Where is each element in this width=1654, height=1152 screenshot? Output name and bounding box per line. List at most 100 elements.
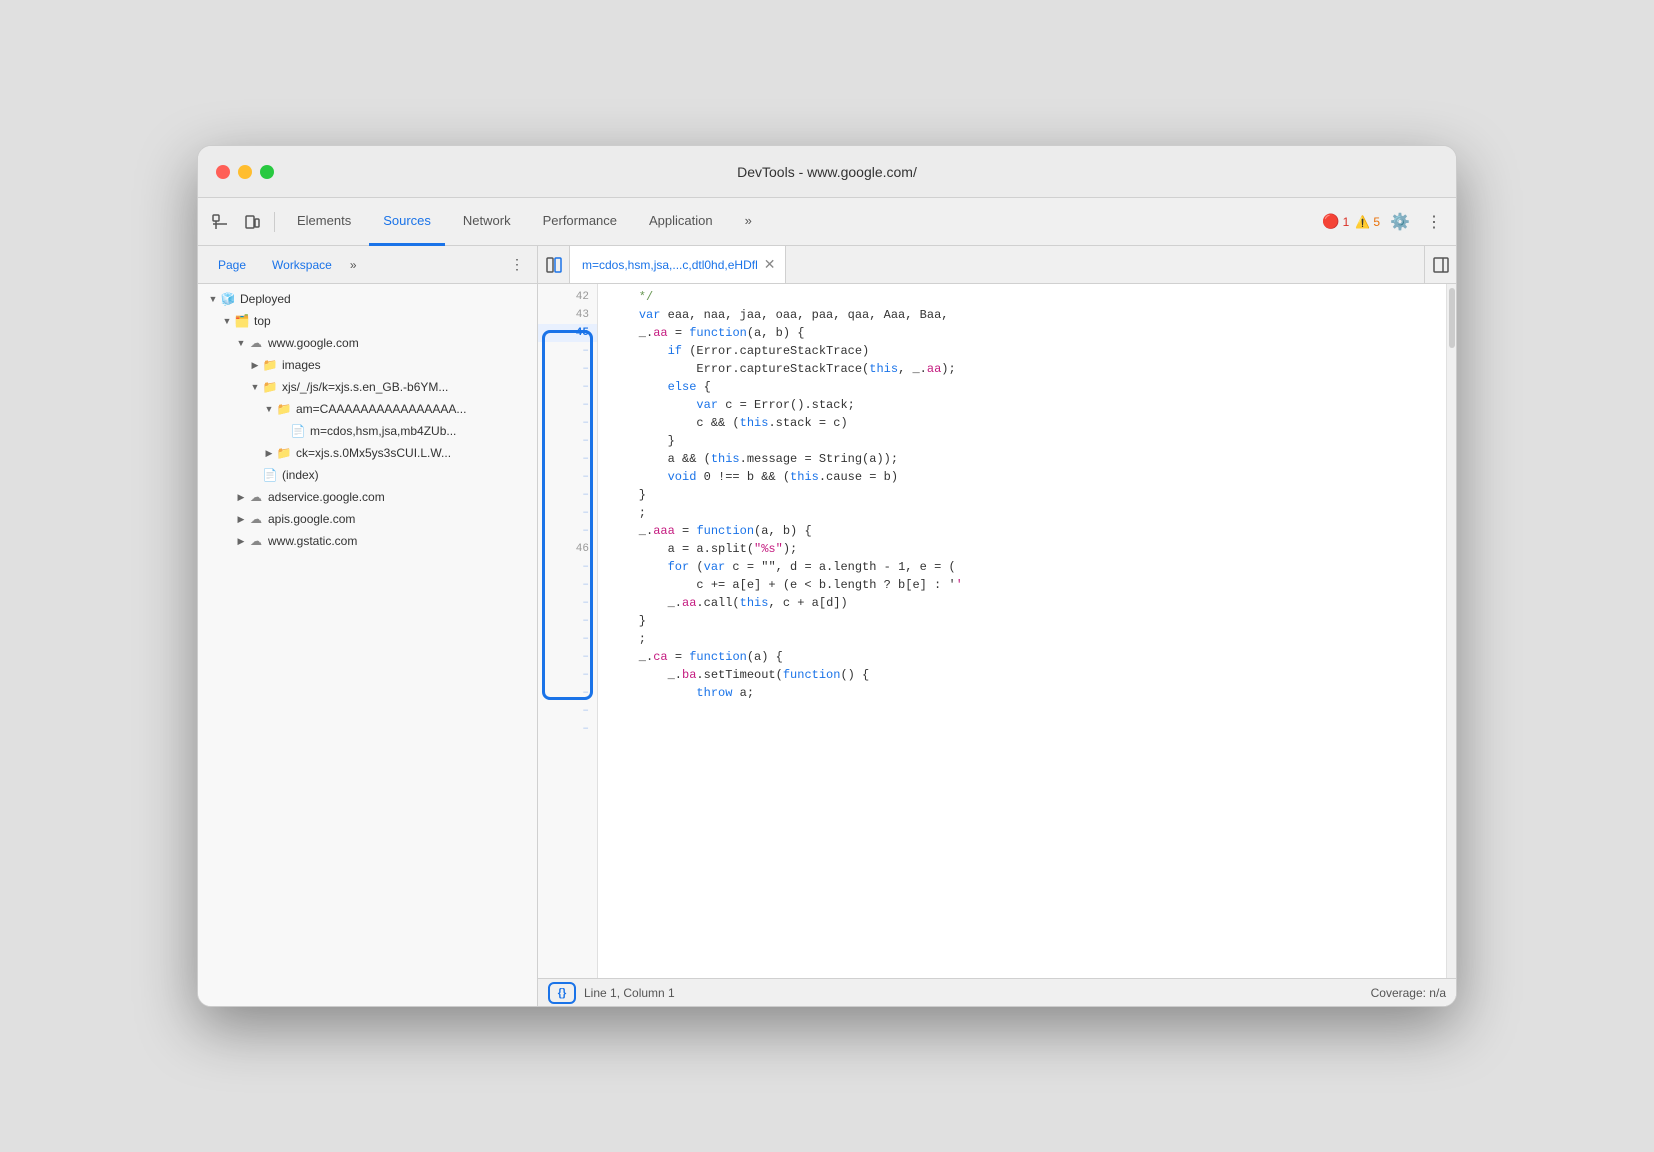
line-dash-17[interactable]: – [538, 648, 597, 666]
folder-icon-am: 📁 [276, 401, 292, 417]
sources-panel-toggle-icon[interactable] [538, 246, 570, 284]
label-google: www.google.com [268, 336, 359, 350]
tree-item-apis[interactable]: ▶ ☁ apis.google.com [198, 508, 537, 530]
line-dash-5[interactable]: – [538, 414, 597, 432]
line-dash-21[interactable]: – [538, 720, 597, 738]
tab-performance[interactable]: Performance [529, 198, 631, 246]
tree-item-adservice[interactable]: ▶ ☁ adservice.google.com [198, 486, 537, 508]
tree-item-gstatic[interactable]: ▶ ☁ www.gstatic.com [198, 530, 537, 552]
sidebar-tab-workspace[interactable]: Workspace [260, 246, 344, 284]
tab-application[interactable]: Application [635, 198, 727, 246]
file-yellow-icon: 📄 [290, 423, 306, 439]
line-dash-7[interactable]: – [538, 450, 597, 468]
more-options-icon[interactable]: ⋮ [1420, 208, 1448, 236]
tree-item-ck[interactable]: ▶ 📁 ck=xjs.s.0Mx5ys3sCUI.L.W... [198, 442, 537, 464]
line-dash-16[interactable]: – [538, 630, 597, 648]
label-xjs: xjs/_/js/k=xjs.s.en_GB.-b6YM... [282, 380, 448, 394]
coverage-status: Coverage: n/a [1371, 986, 1446, 1000]
line-dash-3[interactable]: – [538, 378, 597, 396]
tree-item-am[interactable]: ▼ 📁 am=CAAAAAAAAAAAAAAAA... [198, 398, 537, 420]
code-line-43: var eaa, naa, jaa, oaa, paa, qaa, Aaa, B… [610, 306, 1434, 324]
line-dash-8[interactable]: – [538, 468, 597, 486]
line-dash-6[interactable]: – [538, 432, 597, 450]
sidebar-toggle-icon[interactable] [1424, 246, 1456, 284]
tree-item-xjs[interactable]: ▼ 📁 xjs/_/js/k=xjs.s.en_GB.-b6YM... [198, 376, 537, 398]
sidebar-tab-more[interactable]: » [350, 258, 357, 272]
line-46[interactable]: 46 [538, 540, 597, 558]
code-line-ca: _.ca = function(a) { [610, 648, 1434, 666]
tree-item-google[interactable]: ▼ ☁ www.google.com [198, 332, 537, 354]
line-dash-13[interactable]: – [538, 576, 597, 594]
device-toggle-icon[interactable] [238, 208, 266, 236]
error-icon: 🔴 [1322, 213, 1339, 230]
minimize-button[interactable] [238, 165, 252, 179]
line-dash-11[interactable]: – [538, 522, 597, 540]
code-line-message: a && (this.message = String(a)); [610, 450, 1434, 468]
cursor-position: Line 1, Column 1 [584, 986, 675, 1000]
tree-item-images[interactable]: ▶ 📁 images [198, 354, 537, 376]
label-index: (index) [282, 468, 319, 482]
line-dash-14[interactable]: – [538, 594, 597, 612]
tree-arrow-mcdos [276, 424, 290, 438]
code-line-stack: c && (this.stack = c) [610, 414, 1434, 432]
warn-badge[interactable]: ⚠️ 5 [1355, 215, 1380, 229]
sidebar-actions: ⋮ [505, 253, 529, 277]
tab-network[interactable]: Network [449, 198, 525, 246]
sidebar-file-tree[interactable]: ▼ 🧊 Deployed ▼ 🗂️ top ▼ ☁ www.google.com [198, 284, 537, 1006]
code-line-settimeout: _.ba.setTimeout(function() { [610, 666, 1434, 684]
tab-elements[interactable]: Elements [283, 198, 365, 246]
line-dash-12[interactable]: – [538, 558, 597, 576]
editor-file-tab[interactable]: m=cdos,hsm,jsa,...c,dtl0hd,eHDfl ✕ [570, 246, 786, 284]
label-adservice: adservice.google.com [268, 490, 385, 504]
label-apis: apis.google.com [268, 512, 355, 526]
file-tab-name: m=cdos,hsm,jsa,...c,dtl0hd,eHDfl [582, 258, 758, 272]
line-dash-18[interactable]: – [538, 666, 597, 684]
sidebar-tab-page[interactable]: Page [206, 246, 258, 284]
line-43[interactable]: 43 [538, 306, 597, 324]
tab-more[interactable]: » [731, 198, 766, 246]
line-dash-9[interactable]: – [538, 486, 597, 504]
code-content[interactable]: */ var eaa, naa, jaa, oaa, paa, qaa, Aaa… [598, 284, 1446, 978]
window-controls [216, 165, 274, 179]
tab-sources[interactable]: Sources [369, 198, 445, 246]
tree-arrow-index [248, 468, 262, 482]
code-line-varc: var c = Error().stack; [610, 396, 1434, 414]
label-gstatic: www.gstatic.com [268, 534, 357, 548]
line-dash-4[interactable]: – [538, 396, 597, 414]
code-line-aacall: _.aa.call(this, c + a[d]) [610, 594, 1434, 612]
format-button[interactable]: {} [548, 982, 576, 1004]
line-dash-10[interactable]: – [538, 504, 597, 522]
line-dash-19[interactable]: – [538, 684, 597, 702]
line-dash-2[interactable]: – [538, 360, 597, 378]
close-button[interactable] [216, 165, 230, 179]
tree-item-mcdos[interactable]: 📄 m=cdos,hsm,jsa,mb4ZUb... [198, 420, 537, 442]
sidebar: Page Workspace » ⋮ ▼ 🧊 Deployed [198, 246, 538, 1006]
file-tab-close-icon[interactable]: ✕ [764, 256, 776, 273]
tree-item-top[interactable]: ▼ 🗂️ top [198, 310, 537, 332]
toolbar-separator [274, 212, 275, 232]
label-top: top [254, 314, 271, 328]
code-line-close-else: } [610, 432, 1434, 450]
editor-scrollbar[interactable] [1446, 284, 1456, 978]
line-45[interactable]: 45 [538, 324, 597, 342]
tree-arrow-top: ▼ [220, 314, 234, 328]
line-dash-15[interactable]: – [538, 612, 597, 630]
line-dash-1[interactable]: – [538, 342, 597, 360]
warn-icon: ⚠️ [1355, 215, 1370, 229]
settings-icon[interactable]: ⚙️ [1386, 208, 1414, 236]
window-title: DevTools - www.google.com/ [737, 164, 917, 180]
maximize-button[interactable] [260, 165, 274, 179]
code-line-else: else { [610, 378, 1434, 396]
sidebar-action-more[interactable]: ⋮ [505, 253, 529, 277]
inspect-element-icon[interactable] [206, 208, 234, 236]
line-42[interactable]: 42 [538, 288, 597, 306]
tree-item-deployed[interactable]: ▼ 🧊 Deployed [198, 288, 537, 310]
folder-icon-ck: 📁 [276, 445, 292, 461]
error-badge[interactable]: 🔴 1 [1322, 213, 1349, 230]
editor-scroll-thumb[interactable] [1449, 288, 1455, 348]
line-dash-20[interactable]: – [538, 702, 597, 720]
code-line-throw: throw a; [610, 684, 1434, 702]
cloud-icon-google: ☁ [248, 335, 264, 351]
editor-panel: m=cdos,hsm,jsa,...c,dtl0hd,eHDfl ✕ 42 43… [538, 246, 1456, 1006]
tree-item-index[interactable]: 📄 (index) [198, 464, 537, 486]
